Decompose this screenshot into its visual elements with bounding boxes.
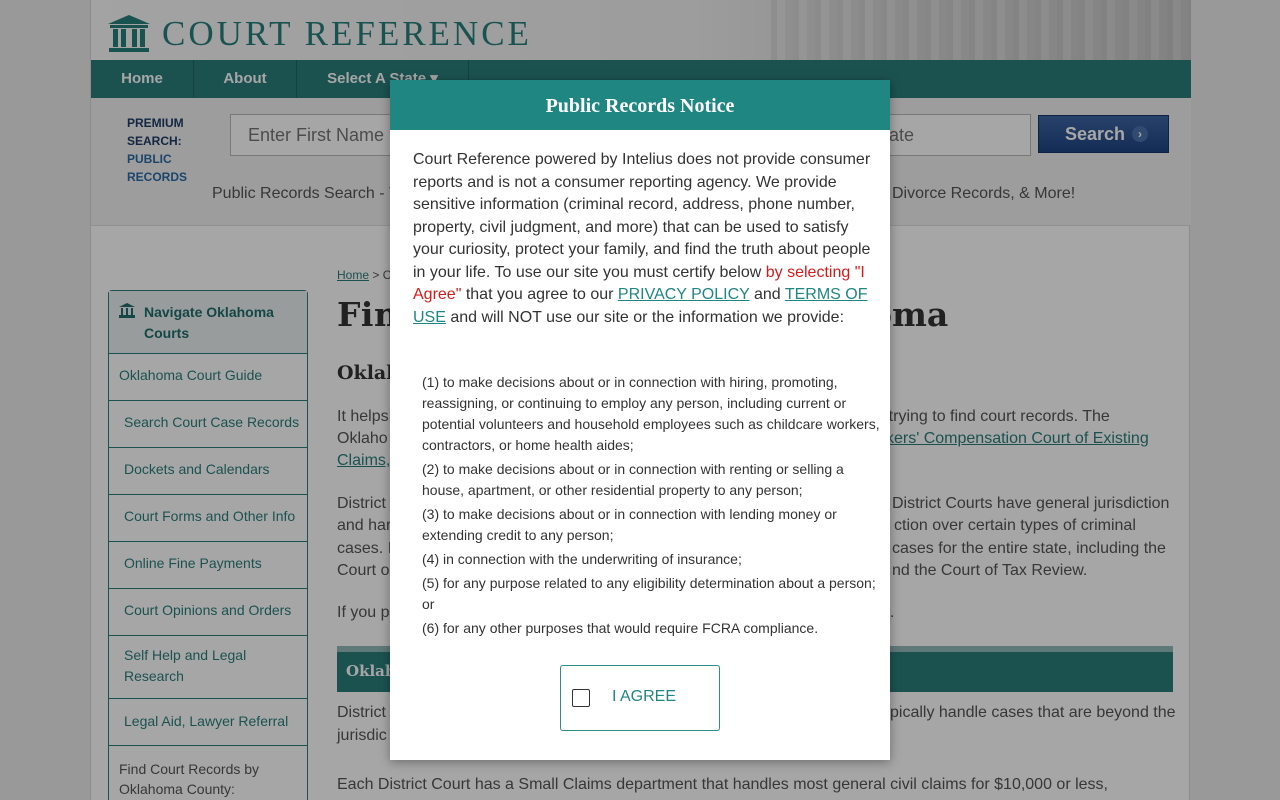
notice-text-part: and	[749, 286, 785, 303]
public-records-notice-modal: Public Records Notice Court Reference po…	[390, 80, 890, 760]
list-item: (2) to make decisions about or in connec…	[422, 461, 844, 498]
notice-text-part: and will NOT use our site or the informa…	[445, 308, 845, 326]
modal-title: Public Records Notice	[390, 80, 890, 130]
list-item: (4) in connection with the underwriting …	[422, 551, 742, 567]
prohibited-purposes-list: (1) to make decisions about or in connec…	[422, 372, 882, 642]
list-item: (5) for any purpose related to any eligi…	[422, 575, 876, 612]
notice-text: Court Reference powered by Intelius does…	[413, 149, 873, 329]
agree-label: I AGREE	[612, 688, 677, 705]
notice-text-part: that you agree to our	[461, 286, 618, 303]
notice-text-part: Court Reference powered by Intelius does…	[413, 151, 871, 281]
list-item: (6) for any other purposes that would re…	[422, 620, 819, 636]
list-item: (1) to make decisions about or in connec…	[422, 374, 880, 453]
i-agree-button[interactable]: I AGREE	[560, 665, 720, 731]
agree-checkbox[interactable]	[572, 689, 590, 707]
list-item: (3) to make decisions about or in connec…	[422, 506, 837, 543]
privacy-policy-link[interactable]: PRIVACY POLICY	[618, 286, 750, 303]
